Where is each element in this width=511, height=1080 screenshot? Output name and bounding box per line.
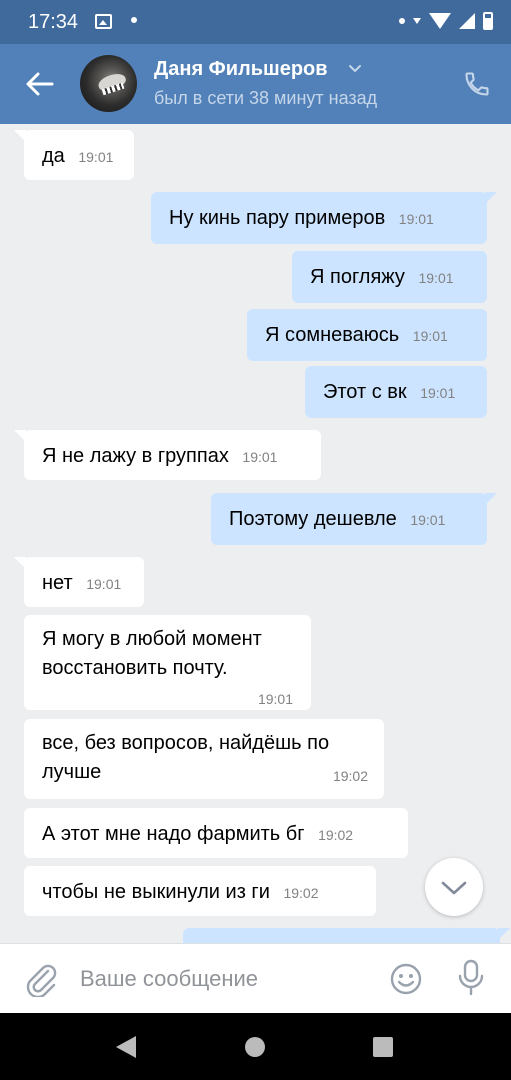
phone-icon[interactable] — [463, 70, 491, 98]
message-time: 19:01 — [412, 328, 448, 344]
bubble-tail — [498, 928, 510, 940]
message-time: 19:02 — [332, 768, 368, 784]
message-text: да — [42, 145, 65, 167]
message-time: 19:01 — [420, 385, 456, 401]
smiley-icon[interactable] — [389, 962, 423, 996]
message-composer — [0, 943, 511, 1014]
message-text: Этот с вк — [323, 381, 407, 403]
chat-header: Даня Фильшеров был в сети 38 минут назад — [0, 44, 511, 124]
chevron-down-icon — [441, 881, 467, 895]
message-text: нет — [42, 572, 73, 594]
message-text: все, без вопросов, найдёшь по лучше — [42, 732, 330, 783]
bubble-tail — [14, 130, 26, 142]
nav-home-icon[interactable] — [245, 1037, 265, 1057]
message-incoming[interactable]: Я могу в любой момент восстановить почту… — [24, 615, 311, 710]
status-time: 17:34 — [28, 11, 79, 33]
message-text: Ну кинь пару примеров — [169, 207, 386, 229]
message-incoming[interactable]: А этот мне надо фармить бг 19:02 — [24, 808, 408, 858]
message-outgoing[interactable]: Я погляжу 19:01 — [292, 251, 487, 303]
contact-status: был в сети 38 минут назад — [154, 88, 378, 108]
message-time: 19:01 — [242, 449, 278, 465]
message-time: 19:01 — [418, 270, 454, 286]
message-time: 19:01 — [78, 149, 114, 165]
message-time: 19:02 — [318, 827, 354, 843]
message-incoming[interactable]: чтобы не выкинули из ги 19:02 — [24, 866, 376, 916]
message-outgoing[interactable] — [183, 928, 510, 943]
message-text: Я могу в любой момент восстановить почту… — [42, 628, 262, 679]
bubble-tail — [485, 192, 497, 204]
notification-dot-icon — [131, 17, 137, 23]
microphone-icon[interactable] — [455, 959, 487, 997]
data-arrow-icon — [413, 18, 421, 24]
scroll-down-button[interactable] — [425, 858, 483, 916]
message-outgoing[interactable]: Я сомневаюсь 19:01 — [247, 309, 487, 361]
message-incoming[interactable]: все, без вопросов, найдёшь по лучше 19:0… — [24, 719, 384, 799]
message-outgoing[interactable]: Этот с вк 19:01 — [305, 366, 487, 418]
status-icons — [399, 12, 493, 30]
bubble-tail — [14, 430, 26, 442]
message-text: Я погляжу — [310, 266, 405, 288]
message-incoming[interactable]: Я не лажу в группах 19:01 — [14, 430, 321, 480]
message-incoming[interactable]: нет 19:01 — [14, 557, 144, 607]
message-text: чтобы не выкинули из ги — [42, 881, 270, 903]
message-outgoing[interactable]: Ну кинь пару примеров 19:01 — [151, 192, 497, 244]
message-text: Я сомневаюсь — [265, 324, 400, 346]
contact-name[interactable]: Даня Фильшеров — [154, 58, 328, 81]
message-time: 19:01 — [398, 211, 434, 227]
message-incoming[interactable]: да 19:01 — [14, 130, 134, 180]
message-time: 19:01 — [410, 512, 446, 528]
avatar[interactable] — [80, 55, 137, 112]
message-input[interactable] — [80, 960, 370, 998]
nav-back-icon[interactable] — [116, 1036, 136, 1058]
status-bar: 17:34 — [0, 0, 511, 44]
nav-recents-icon[interactable] — [373, 1037, 393, 1057]
bubble-tail — [485, 493, 497, 505]
message-text: Я не лажу в группах — [42, 445, 229, 467]
gallery-notification-icon — [95, 14, 112, 29]
message-time: 19:01 — [257, 691, 293, 707]
bubble-tail — [14, 557, 26, 569]
arrow-left-icon[interactable] — [22, 66, 58, 102]
message-list[interactable]: да 19:01 Ну кинь пару примеров 19:01 Я п… — [0, 124, 511, 943]
message-outgoing[interactable]: Поэтому дешевле 19:01 — [211, 493, 497, 545]
battery-icon — [483, 12, 493, 30]
paperclip-icon[interactable] — [24, 961, 58, 997]
message-time: 19:02 — [283, 885, 319, 901]
chevron-down-icon[interactable] — [348, 64, 362, 74]
message-text: А этот мне надо фармить бг — [42, 823, 305, 845]
dot-icon — [399, 18, 405, 24]
message-time: 19:01 — [86, 576, 122, 592]
wifi-icon — [429, 13, 451, 29]
cell-signal-icon — [459, 13, 475, 29]
message-text: Поэтому дешевле — [229, 508, 397, 530]
system-navigation-bar — [0, 1013, 511, 1080]
